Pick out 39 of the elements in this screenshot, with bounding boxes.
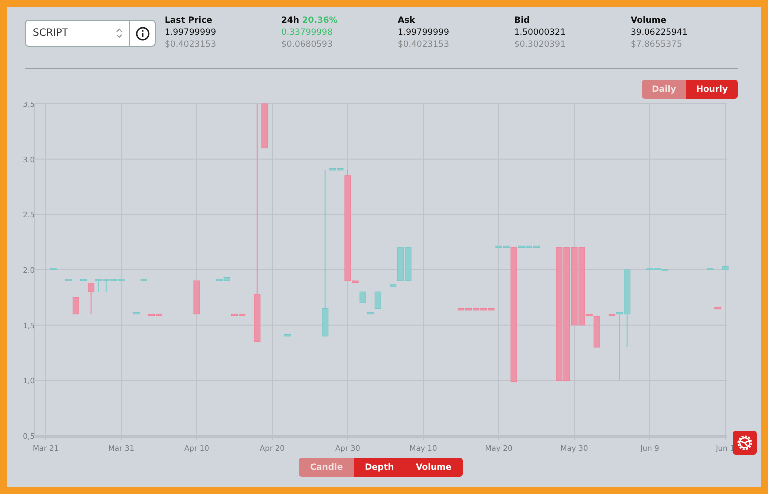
stat-label: Bid	[514, 15, 530, 27]
stat-usd-value: $0.0680593	[282, 39, 334, 51]
candlestick	[65, 278, 72, 282]
market-select[interactable]: SCRIPT	[25, 20, 130, 47]
stat-usd-value: $0.4023153	[398, 39, 450, 51]
candlestick	[50, 268, 57, 270]
candlestick	[374, 292, 382, 310]
candlestick	[360, 292, 366, 304]
stat-value: 0.33799998	[282, 27, 334, 39]
stat-usd-value: $0.4023153	[165, 39, 218, 51]
stat-value: 1.50000321	[514, 27, 567, 39]
candlestick	[722, 266, 729, 270]
info-icon	[136, 26, 150, 40]
candlestick	[72, 297, 80, 315]
stat-label: Ask	[398, 15, 416, 27]
candlestick	[194, 280, 200, 315]
chart-view-tab[interactable]: Depth	[354, 458, 406, 477]
stat-value: 39.06225941	[631, 27, 689, 39]
candlestick	[714, 307, 722, 310]
candlestick	[140, 278, 148, 282]
candlestick	[367, 312, 374, 315]
stat-label: Last Price	[165, 15, 212, 27]
change-percent: 20.36%	[302, 15, 338, 27]
stat-label: Volume	[631, 15, 667, 27]
candlestick	[284, 334, 291, 337]
stat-value: 1.99799999	[398, 27, 450, 39]
settings-button[interactable]	[733, 431, 757, 455]
stat-usd-value: $0.3020391	[514, 39, 567, 51]
info-button[interactable]	[130, 20, 156, 47]
stat-value: 1.99799999	[165, 27, 218, 39]
stat-label: 24h	[282, 15, 300, 27]
candlestick	[707, 268, 714, 270]
candlestick	[133, 312, 140, 315]
stat-usd-value: $7.8655375	[631, 39, 684, 51]
sort-caret-icon	[116, 28, 123, 39]
chart-view-tab[interactable]: Volume	[405, 458, 463, 477]
interval-tab[interactable]: Hourly	[686, 80, 738, 99]
settings-icon	[736, 434, 754, 452]
candlestick	[390, 284, 397, 288]
